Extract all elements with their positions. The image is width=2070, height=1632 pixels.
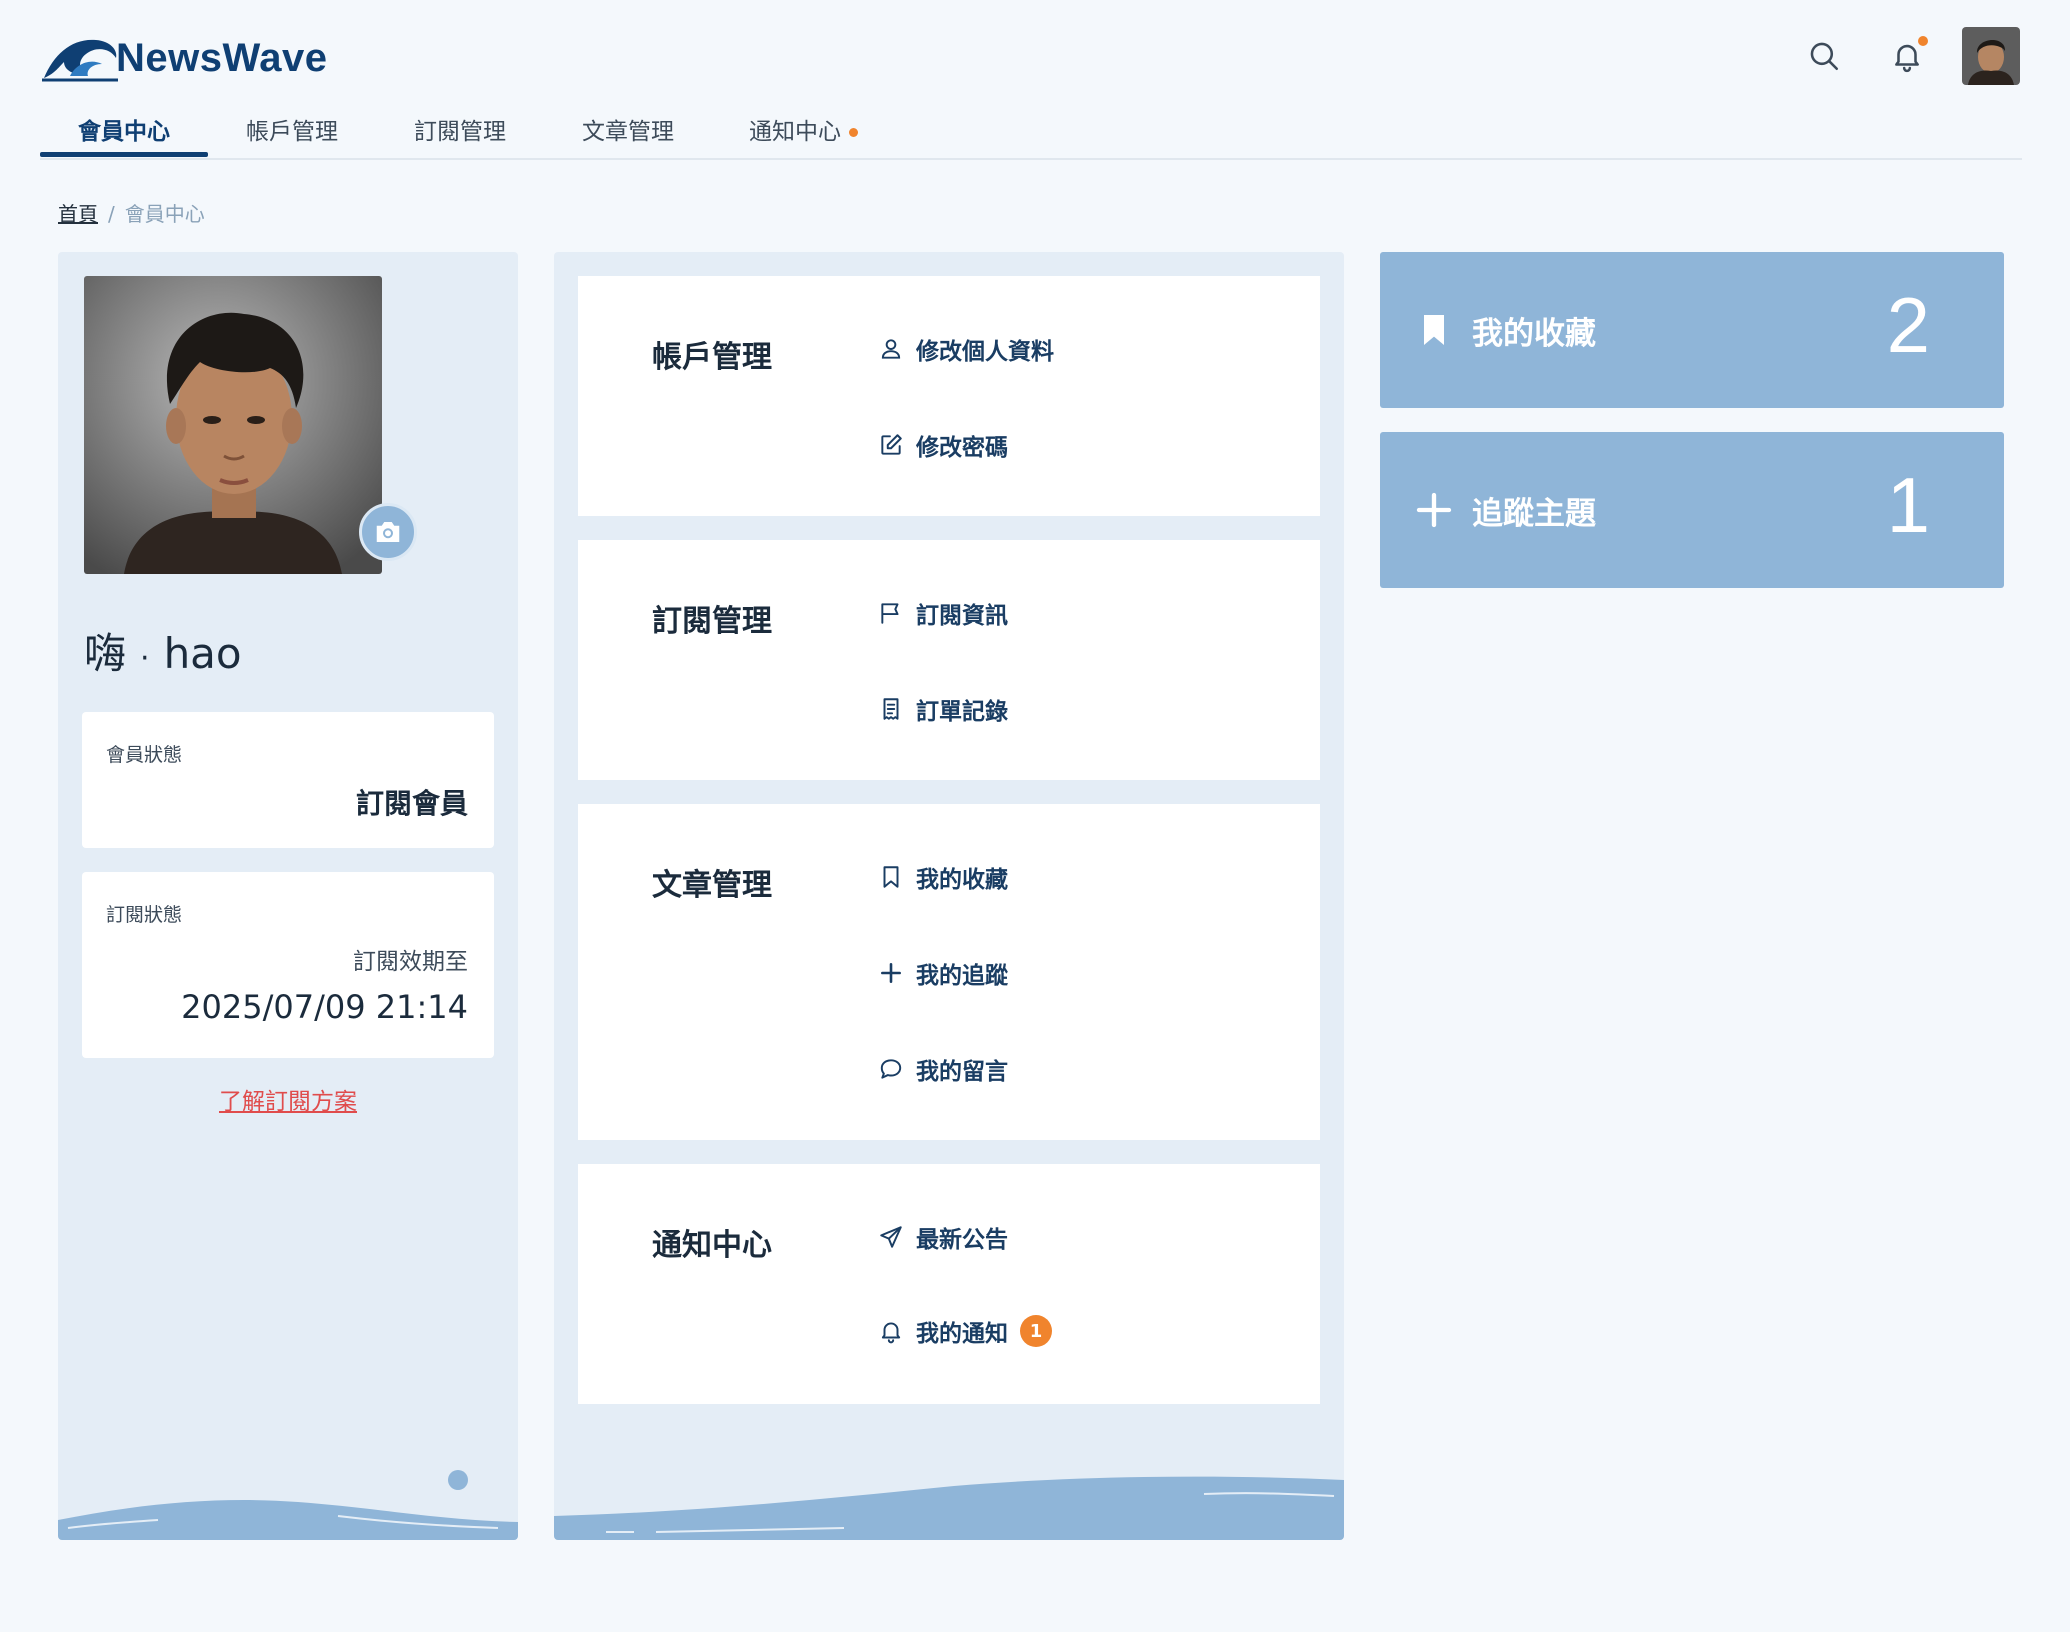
greeting-dot: ·	[140, 641, 150, 676]
member-status-value: 訂閱會員	[355, 787, 468, 820]
section-subscription: 訂閱管理 訂閱資訊 訂單記錄	[578, 540, 1320, 780]
decorative-wave	[58, 1470, 518, 1540]
search-button[interactable]	[1804, 36, 1844, 76]
my-follows-link[interactable]: 我的追蹤	[878, 956, 1008, 990]
main-nav-tabs: 會員中心 帳戶管理 訂閱管理 文章管理 通知中心	[40, 100, 2022, 160]
tab-notification-dot	[849, 128, 858, 137]
wave-logo-icon	[42, 39, 118, 82]
avatar-image	[1962, 27, 2020, 85]
greeting-text: 嗨	[84, 629, 127, 678]
section-title: 帳戶管理	[652, 340, 772, 375]
subscription-plan-link[interactable]: 了解訂閱方案	[58, 1082, 518, 1116]
tab-member-center[interactable]: 會員中心	[78, 112, 170, 146]
edit-profile-link[interactable]: 修改個人資料	[878, 332, 1054, 366]
subscription-info-link[interactable]: 訂閱資訊	[878, 596, 1008, 630]
order-history-link[interactable]: 訂單記錄	[878, 692, 1008, 726]
subscription-until-label: 訂閱效期至	[353, 949, 468, 975]
bookmarks-stat-card[interactable]: 我的收藏 2	[1380, 252, 2004, 408]
subscription-status-label: 訂閱狀態	[106, 904, 183, 926]
member-menu-panel: 帳戶管理 修改個人資料 修改密碼 訂閱管理 訂閱資訊 訂單記錄 文章管理 我的收…	[554, 252, 1344, 1540]
section-articles: 文章管理 我的收藏 我的追蹤 我的留言	[578, 804, 1320, 1140]
profile-photo	[84, 276, 382, 574]
greeting: 嗨 · hao	[84, 620, 242, 681]
change-password-link[interactable]: 修改密碼	[878, 428, 1008, 462]
comment-icon	[880, 1059, 902, 1079]
tab-account[interactable]: 帳戶管理	[246, 112, 338, 146]
my-comments-link[interactable]: 我的留言	[878, 1052, 1008, 1086]
flag-icon	[881, 603, 899, 624]
stat-count: 2	[1886, 281, 1930, 369]
logo-text: NewsWave	[116, 35, 328, 80]
bell-icon	[881, 1322, 901, 1344]
tab-articles[interactable]: 文章管理	[582, 112, 674, 146]
tab-subscription[interactable]: 訂閱管理	[414, 112, 506, 146]
username: hao	[163, 629, 242, 678]
section-title: 通知中心	[652, 1228, 772, 1263]
announcements-link[interactable]: 最新公告	[878, 1220, 1008, 1254]
section-notifications: 通知中心 最新公告 我的通知 1	[578, 1164, 1320, 1404]
edit-icon	[881, 434, 902, 455]
decorative-wave	[554, 1476, 1344, 1540]
bookmark-icon	[883, 866, 899, 888]
my-notifications-link[interactable]: 我的通知 1	[878, 1314, 1052, 1348]
active-tab-indicator	[40, 152, 208, 157]
notification-dot	[1918, 36, 1928, 46]
receipt-icon	[883, 698, 899, 720]
stat-count: 1	[1886, 461, 1930, 549]
breadcrumb-current: 會員中心	[124, 202, 205, 226]
member-status-card: 會員狀態 訂閱會員	[82, 712, 494, 848]
stat-label: 追蹤主題	[1472, 496, 1596, 532]
my-bookmarks-link[interactable]: 我的收藏	[878, 860, 1008, 894]
member-status-label: 會員狀態	[106, 744, 183, 766]
section-account: 帳戶管理 修改個人資料 修改密碼	[578, 276, 1320, 516]
send-icon	[880, 1226, 902, 1248]
plus-icon	[881, 963, 901, 983]
notification-count-badge: 1	[1020, 1315, 1052, 1347]
follow-topics-stat-card[interactable]: 追蹤主題 1	[1380, 432, 2004, 588]
breadcrumb: 首頁 / 會員中心	[58, 198, 205, 227]
breadcrumb-home[interactable]: 首頁	[58, 202, 98, 226]
section-title: 訂閱管理	[652, 604, 772, 639]
subscription-until-value: 2025/07/09 21:14	[181, 988, 468, 1026]
camera-icon	[376, 522, 400, 542]
bookmark-icon	[1424, 315, 1444, 345]
user-avatar[interactable]	[1962, 27, 2020, 85]
search-icon	[1810, 42, 1839, 71]
change-photo-button[interactable]	[359, 503, 417, 561]
section-title: 文章管理	[652, 868, 772, 903]
plus-icon	[1416, 492, 1452, 528]
stat-label: 我的收藏	[1472, 316, 1596, 352]
breadcrumb-separator: /	[108, 202, 115, 226]
site-logo[interactable]: NewsWave	[40, 30, 328, 86]
subscription-status-card: 訂閱狀態 訂閱效期至 2025/07/09 21:14	[82, 872, 494, 1058]
profile-panel: 嗨 · hao 會員狀態 訂閱會員 訂閱狀態 訂閱效期至 2025/07/09 21…	[58, 252, 518, 1540]
tab-notifications[interactable]: 通知中心	[749, 112, 858, 146]
user-icon	[881, 339, 901, 359]
